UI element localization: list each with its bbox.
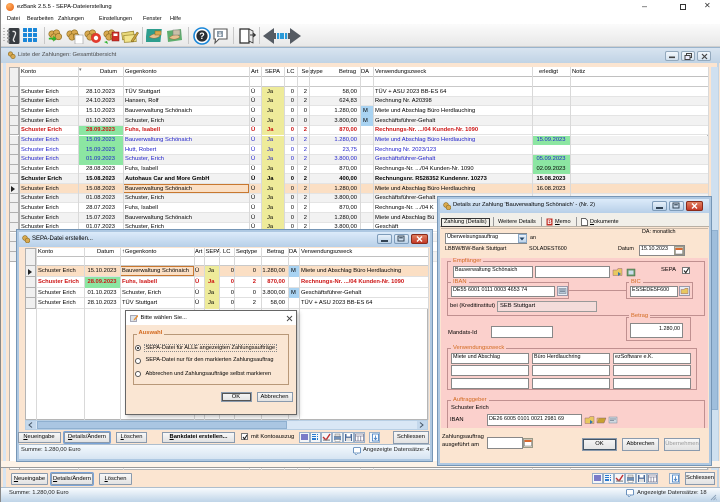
svg-text:?: ? xyxy=(199,31,205,41)
svg-text:B: B xyxy=(547,220,552,226)
